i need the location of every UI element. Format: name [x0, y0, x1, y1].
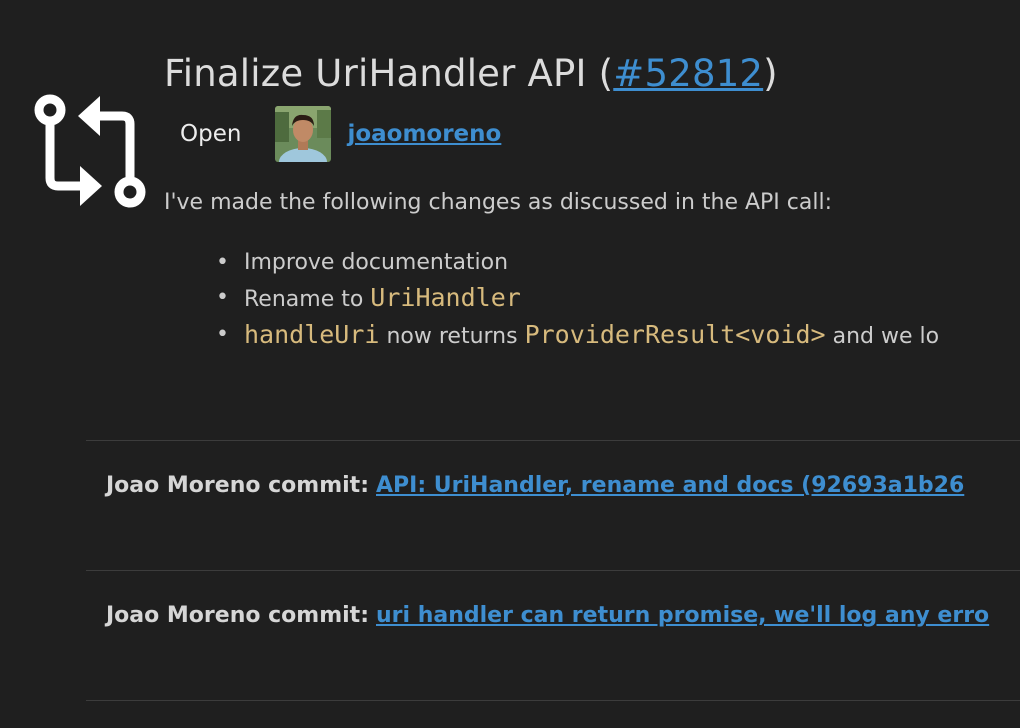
bullet: •	[216, 322, 229, 347]
commit-entry: Joao Moreno commit: uri handler can retu…	[106, 603, 989, 628]
commit-author: Joao Moreno commit:	[106, 473, 369, 498]
list-item-text: now returns	[379, 324, 525, 349]
avatar	[275, 106, 332, 162]
list-item: • Rename to UriHandler	[216, 280, 939, 316]
inline-code: UriHandler	[370, 283, 521, 312]
pr-meta: Open joaomoreno	[180, 106, 501, 162]
list-item-text: Rename to	[244, 287, 371, 312]
divider	[86, 700, 1020, 701]
commit-entry: Joao Moreno commit: API: UriHandler, ren…	[106, 473, 964, 498]
commit-link[interactable]: uri handler can return promise, we'll lo…	[376, 603, 989, 628]
list-item: • handleUri now returns ProviderResult<vo…	[216, 316, 940, 354]
pr-title-suffix: )	[763, 52, 778, 95]
commit-author: Joao Moreno commit:	[106, 603, 369, 628]
bullet: •	[216, 250, 229, 275]
pr-title-text: Finalize UriHandler API (	[164, 52, 614, 95]
bullet: •	[216, 285, 229, 310]
commit-link[interactable]: API: UriHandler, rename and docs (92693a…	[376, 473, 964, 498]
list-item-text: Improve documentation	[244, 250, 509, 275]
changes-list: • Improve documentation • Rename to UriHan…	[216, 246, 940, 354]
pr-title: Finalize UriHandler API (#52812)	[164, 52, 778, 95]
divider	[86, 570, 1020, 571]
pull-request-view: Finalize UriHandler API (#52812) Open jo…	[0, 0, 1020, 728]
pr-status: Open	[180, 121, 242, 147]
divider	[86, 440, 1020, 441]
pr-description: I've made the following changes as discu…	[164, 190, 832, 215]
inline-code: ProviderResult<void>	[524, 320, 826, 349]
inline-code: handleUri	[244, 320, 380, 349]
pr-number-link[interactable]: #52812	[613, 52, 763, 95]
list-item: • Improve documentation	[216, 246, 939, 280]
git-pull-request-icon	[34, 94, 146, 208]
author-link[interactable]: joaomoreno	[347, 121, 501, 147]
list-item-text: and we lo	[825, 324, 940, 349]
